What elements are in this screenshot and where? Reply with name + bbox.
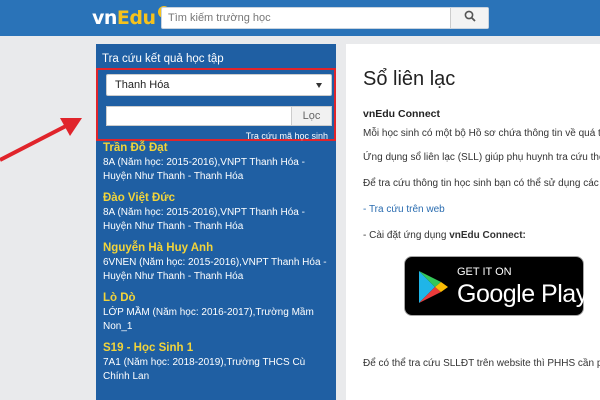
filter-input[interactable] bbox=[107, 107, 293, 125]
vnedu-logo[interactable]: vn Edu bbox=[92, 6, 170, 30]
card-paragraph-1: Mỗi học sinh có một bộ Hồ sơ chứa thông … bbox=[363, 128, 600, 139]
student-result-item[interactable]: Nguyễn Hà Huy Anh 6VNEN (Năm học: 2015-2… bbox=[103, 241, 331, 284]
student-name[interactable]: Trần Đỗ Đạt bbox=[103, 141, 331, 156]
app-name: vnEdu Connect: bbox=[449, 230, 526, 241]
panel-title: Tra cứu kết quả học tập bbox=[102, 53, 224, 65]
web-lookup-link[interactable]: Tra cứu trên web bbox=[369, 204, 445, 215]
search-icon bbox=[464, 9, 476, 27]
card-title: Sổ liên lạc bbox=[363, 68, 456, 90]
filter-button[interactable]: Lọc bbox=[291, 107, 331, 125]
student-detail: 7A1 (Năm học: 2018-2019),Trường THCS Cù … bbox=[103, 357, 306, 382]
student-name[interactable]: Đào Việt Đức bbox=[103, 191, 331, 206]
province-select-value: Thanh Hóa bbox=[115, 79, 170, 91]
student-detail: 8A (Năm học: 2015-2016),VNPT Thanh Hóa -… bbox=[103, 207, 305, 232]
province-select[interactable]: Thanh Hóa bbox=[106, 74, 332, 96]
student-detail: 6VNEN (Năm học: 2015-2016),VNPT Thanh Hó… bbox=[103, 257, 327, 282]
student-name[interactable]: Nguyễn Hà Huy Anh bbox=[103, 241, 331, 256]
badge-google-play: Google Play bbox=[457, 280, 588, 308]
student-result-item[interactable]: S19 - Học Sinh 1 7A1 (Năm học: 2018-2019… bbox=[103, 341, 331, 384]
student-results-list: Trần Đỗ Đạt 8A (Năm học: 2015-2016),VNPT… bbox=[103, 141, 331, 391]
card-subtitle: vnEdu Connect bbox=[363, 108, 441, 120]
student-detail: 8A (Năm học: 2015-2016),VNPT Thanh Hóa -… bbox=[103, 157, 305, 182]
student-code-link[interactable]: Tra cứu mã học sinh bbox=[246, 131, 328, 141]
search-button[interactable] bbox=[450, 8, 488, 28]
card-footer-text: Để có thể tra cứu SLLĐT trên website thì… bbox=[363, 358, 600, 369]
student-name[interactable]: S19 - Học Sinh 1 bbox=[103, 341, 331, 356]
student-result-item[interactable]: Lò Dò LỚP MẦM (Năm học: 2016-2017),Trườn… bbox=[103, 291, 331, 334]
card-paragraph-2: Ứng dụng sổ liên lạc (SLL) giúp phụ huyn… bbox=[363, 152, 600, 163]
google-play-badge[interactable]: GET IT ON Google Play bbox=[404, 256, 588, 316]
student-result-item[interactable]: Đào Việt Đức 8A (Năm học: 2015-2016),VNP… bbox=[103, 191, 331, 234]
web-lookup-line: - Tra cứu trên web bbox=[363, 204, 445, 215]
school-search bbox=[161, 7, 489, 29]
logo-text-edu: Edu bbox=[116, 7, 156, 29]
red-arrow-icon bbox=[0, 118, 82, 162]
student-name[interactable]: Lò Dò bbox=[103, 291, 331, 306]
results-panel: Tra cứu kết quả học tập Thanh Hóa Lọc Tr… bbox=[96, 44, 336, 400]
top-header: vn Edu bbox=[0, 0, 600, 36]
student-detail: LỚP MẦM (Năm học: 2016-2017),Trường Mầm … bbox=[103, 307, 314, 332]
filter-row: Lọc bbox=[106, 106, 332, 126]
school-search-input[interactable] bbox=[162, 8, 452, 28]
app-install-prefix: - Cài đặt ứng dụng bbox=[363, 230, 450, 241]
app-install-line: - Cài đặt ứng dụng vnEdu Connect: bbox=[363, 230, 526, 241]
google-play-icon bbox=[419, 271, 448, 303]
logo-text-vn: vn bbox=[92, 7, 117, 29]
student-result-item[interactable]: Trần Đỗ Đạt 8A (Năm học: 2015-2016),VNPT… bbox=[103, 141, 331, 184]
card-paragraph-3: Để tra cứu thông tin học sinh bạn có thể… bbox=[363, 178, 600, 189]
contact-book-card: Sổ liên lạc vnEdu Connect Mỗi học sinh c… bbox=[346, 44, 600, 400]
dropdown-arrow-icon bbox=[316, 83, 322, 88]
badge-get-it-on: GET IT ON bbox=[457, 266, 512, 278]
